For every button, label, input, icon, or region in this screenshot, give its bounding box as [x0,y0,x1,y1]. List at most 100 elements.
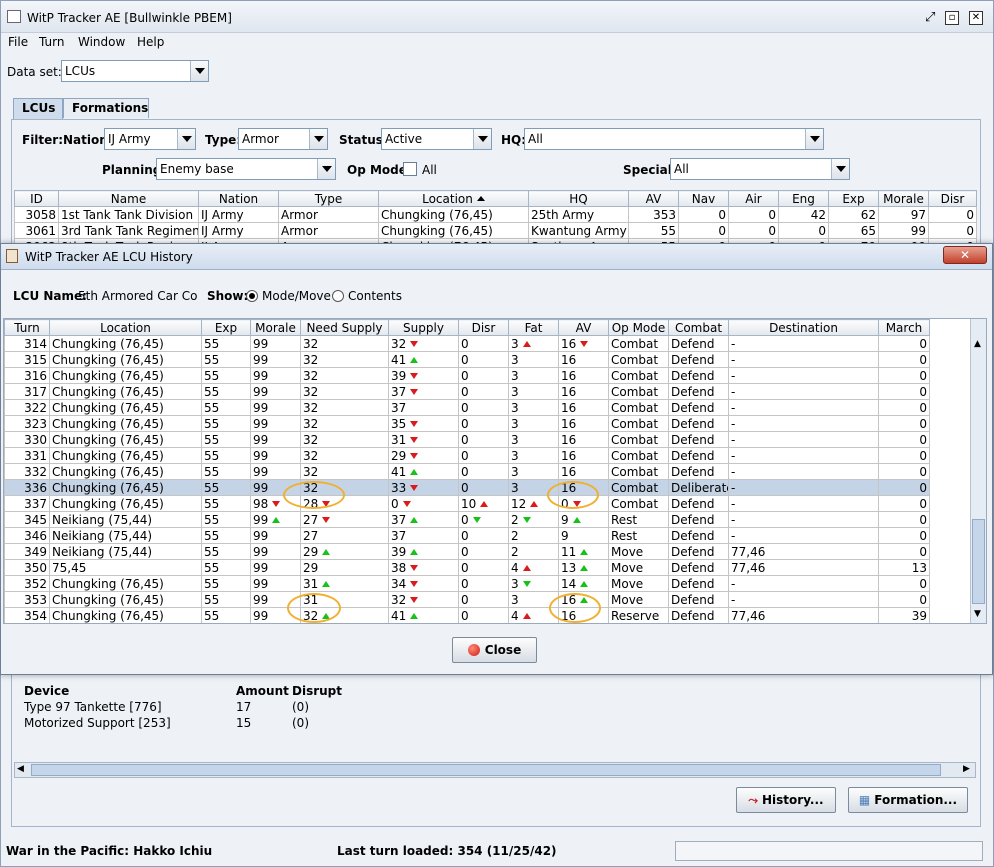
opmode-picker-icon[interactable] [403,162,417,176]
menu-window[interactable]: Window [78,35,125,49]
history-col-header[interactable]: Combat [668,319,729,336]
history-col-header[interactable]: Op Mode [608,319,669,336]
lcu-col-header[interactable]: Exp [828,190,879,207]
history-row[interactable]: 345 Neikiang (75,44) 55 99 27 37 0 2 9 Rest Defend… [4,511,930,528]
history-col-header[interactable]: Location [49,319,202,336]
close-icon[interactable]: ✕ [969,11,983,25]
type-combo[interactable]: Armor [238,128,328,150]
table-row[interactable]: 3058 1st Tank Tank Division IJ Army Armor Ch… [14,206,977,223]
lcu-col-header[interactable]: Disr [928,190,977,207]
history-cell-disr: 0 [458,399,509,416]
dataset-value: LCUs [65,64,96,78]
history-col-header[interactable]: AV [558,319,609,336]
history-col-header[interactable]: Morale [250,319,301,336]
lcu-col-header[interactable]: AV [628,190,679,207]
history-row[interactable]: 336 Chungking (76,45) 55 99 32 33 0 3 16 Combat De… [4,479,930,496]
lcu-col-header[interactable]: Nation [198,190,279,207]
lcu-col-header[interactable]: ID [14,190,59,207]
history-cell-av: 9 [558,527,609,544]
history-cell-exp: 55 [201,591,251,608]
lcu-col-header[interactable]: HQ [528,190,629,207]
lcu-col-header[interactable]: Air [728,190,779,207]
trend-down-icon [410,596,419,603]
scroll-down-icon[interactable]: ▼ [974,609,981,619]
trend-up-bad-icon [480,500,489,507]
lcu-col-header[interactable]: Eng [778,190,829,207]
history-row[interactable]: 349 Neikiang (75,44) 55 99 29 39 0 2 11 Move Defen… [4,543,930,560]
history-row[interactable]: 350 75,45 55 99 29 38 0 4 13 Move Defend 77,46 13 [4,559,930,576]
history-row[interactable]: 315 Chungking (76,45) 55 99 32 41 0 3 16 Combat De… [4,351,930,368]
history-col-header[interactable]: Exp [201,319,251,336]
show-mode-move-radio[interactable]: Mode/Move [246,289,331,303]
menu-help[interactable]: Help [137,35,164,49]
opmode-value: All [422,163,437,177]
planning-combo[interactable]: Enemy base [156,158,336,180]
history-col-header[interactable]: Supply [388,319,459,336]
history-cell-exp: 55 [201,463,251,480]
lcu-col-header[interactable]: Name [58,190,199,207]
lcu-col-header[interactable]: Type [278,190,379,207]
history-cell-turn: 322 [4,399,50,416]
history-row[interactable]: 332 Chungking (76,45) 55 99 32 41 0 3 16 Combat De… [4,463,930,480]
dialog-close-icon[interactable]: ✕ [943,246,987,264]
history-col-header[interactable]: Destination [728,319,879,336]
history-col-header[interactable]: March [878,319,930,336]
history-cell-dest: - [728,479,879,496]
history-row[interactable]: 330 Chungking (76,45) 55 99 32 31 0 3 16 Combat De… [4,431,930,448]
dataset-combo[interactable]: LCUs [61,60,209,82]
lcu-col-header[interactable]: Nav [678,190,729,207]
history-row[interactable]: 314 Chungking (76,45) 55 99 32 32 0 3 16 Combat De… [4,335,930,352]
history-row[interactable]: 337 Chungking (76,45) 55 98 28 0 10 12 0 Combat De… [4,495,930,512]
history-cell-fat: 3 [508,367,559,384]
minimize-icon[interactable]: ⤢ [925,10,935,25]
table-cell: 3058 [14,206,59,223]
history-row[interactable]: 354 Chungking (76,45) 55 99 32 41 0 4 16 Reserve D… [4,607,930,623]
special-combo[interactable]: All [670,158,850,180]
scroll-thumb[interactable] [31,764,941,776]
history-row[interactable]: 323 Chungking (76,45) 55 99 32 35 0 3 16 Combat De… [4,415,930,432]
history-row[interactable]: 352 Chungking (76,45) 55 99 31 34 0 3 14 Move Defe… [4,575,930,592]
tab-lcus[interactable]: LCUs [13,98,63,120]
history-cell-dest: - [728,447,879,464]
trend-down-icon [410,580,419,587]
tab-formations[interactable]: Formations [63,98,149,118]
radio-empty-icon [332,290,344,302]
history-col-header[interactable]: Turn [4,319,50,336]
history-cell-dest: - [728,575,879,592]
history-cell-fat: 2 [508,543,559,560]
lcu-col-header[interactable]: Location [378,190,529,207]
hq-combo[interactable]: All [524,128,824,150]
history-button[interactable]: ⤳ History... [736,787,836,813]
history-cell-exp: 55 [201,479,251,496]
scroll-left-icon[interactable]: ◀ [17,764,24,774]
scroll-right-icon[interactable]: ▶ [963,764,970,774]
history-cell-supply: 35 [388,415,459,432]
history-cell-exp: 55 [201,495,251,512]
history-col-header[interactable]: Fat [508,319,559,336]
lcu-col-header[interactable]: Morale [878,190,929,207]
status-combo[interactable]: Active [381,128,492,150]
history-row[interactable]: 316 Chungking (76,45) 55 99 32 39 0 3 16 Combat De… [4,367,930,384]
horizontal-scrollbar[interactable]: ◀ ▶ [14,762,976,778]
history-row[interactable]: 353 Chungking (76,45) 55 99 31 32 0 3 16 Move Defe… [4,591,930,608]
vertical-scrollbar[interactable]: ▲ ▼ [970,319,986,623]
menu-turn[interactable]: Turn [39,35,64,49]
history-col-header[interactable]: Need Supply [300,319,389,336]
scroll-up-icon[interactable]: ▲ [974,339,981,349]
table-row[interactable]: 3061 3rd Tank Tank Regiment IJ Army Armor Ch… [14,222,977,239]
show-contents-radio[interactable]: Contents [332,289,402,303]
scroll-thumb[interactable] [972,519,985,604]
menu-file[interactable]: File [8,35,28,49]
nation-combo[interactable]: IJ Army [104,128,196,150]
close-button[interactable]: Close [452,637,537,663]
history-cell-fat: 3 [508,415,559,432]
maximize-icon[interactable]: ▫ [945,11,959,25]
history-row[interactable]: 346 Neikiang (75,44) 55 99 27 37 0 2 9 Rest Defend… [4,527,930,544]
history-col-header[interactable]: Disr [458,319,509,336]
trend-up-bad-icon [522,340,531,347]
history-row[interactable]: 322 Chungking (76,45) 55 99 32 37 0 3 16 Combat De… [4,399,930,416]
history-row[interactable]: 317 Chungking (76,45) 55 99 32 37 0 3 16 Combat De… [4,383,930,400]
history-row[interactable]: 331 Chungking (76,45) 55 99 32 29 0 3 16 Combat De… [4,447,930,464]
formation-button[interactable]: ▦ Formation... [848,787,968,813]
trend-down-icon [272,500,281,507]
